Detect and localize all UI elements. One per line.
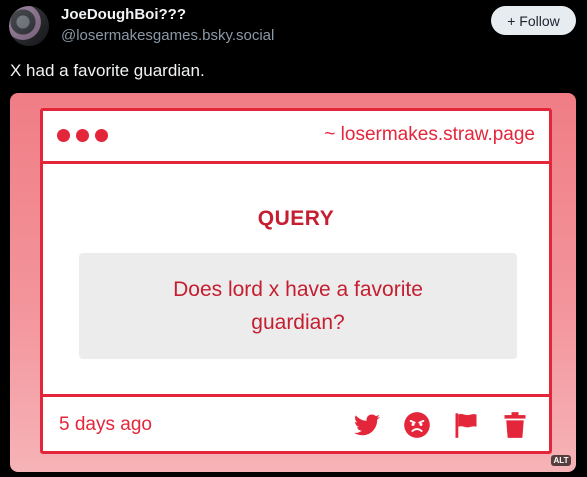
- alt-badge[interactable]: ALT: [551, 455, 571, 466]
- avatar[interactable]: [9, 6, 49, 46]
- window-dot-3: [95, 129, 108, 142]
- window-titlebar: ~ losermakes.straw.page: [43, 111, 549, 164]
- window-dot-1: [57, 129, 70, 142]
- page-url: ~ losermakes.straw.page: [324, 124, 535, 145]
- question-box: Does lord x have a favorite guardian?: [79, 253, 517, 359]
- image-embed[interactable]: ~ losermakes.straw.page QUERY Does lord …: [10, 93, 576, 472]
- window-footer: 5 days ago: [43, 394, 549, 454]
- time-ago: 5 days ago: [59, 414, 152, 435]
- trash-icon: [501, 411, 529, 439]
- flag-icon: [452, 411, 480, 439]
- query-title: QUERY: [257, 207, 335, 230]
- angry-face-icon: [403, 411, 431, 439]
- twitter-bird-icon: [353, 411, 381, 439]
- follow-button-label: + Follow: [507, 12, 560, 29]
- handle[interactable]: @losermakesgames.bsky.social: [61, 27, 274, 44]
- follow-button[interactable]: + Follow: [491, 6, 576, 35]
- display-name[interactable]: JoeDoughBoi???: [61, 6, 186, 23]
- query-window: ~ losermakes.straw.page QUERY Does lord …: [40, 108, 552, 454]
- question-text: Does lord x have a favorite guardian?: [173, 278, 423, 334]
- post-header: JoeDoughBoi??? @losermakesgames.bsky.soc…: [0, 0, 587, 50]
- window-dot-2: [76, 129, 89, 142]
- post-text: X had a favorite guardian.: [10, 61, 205, 80]
